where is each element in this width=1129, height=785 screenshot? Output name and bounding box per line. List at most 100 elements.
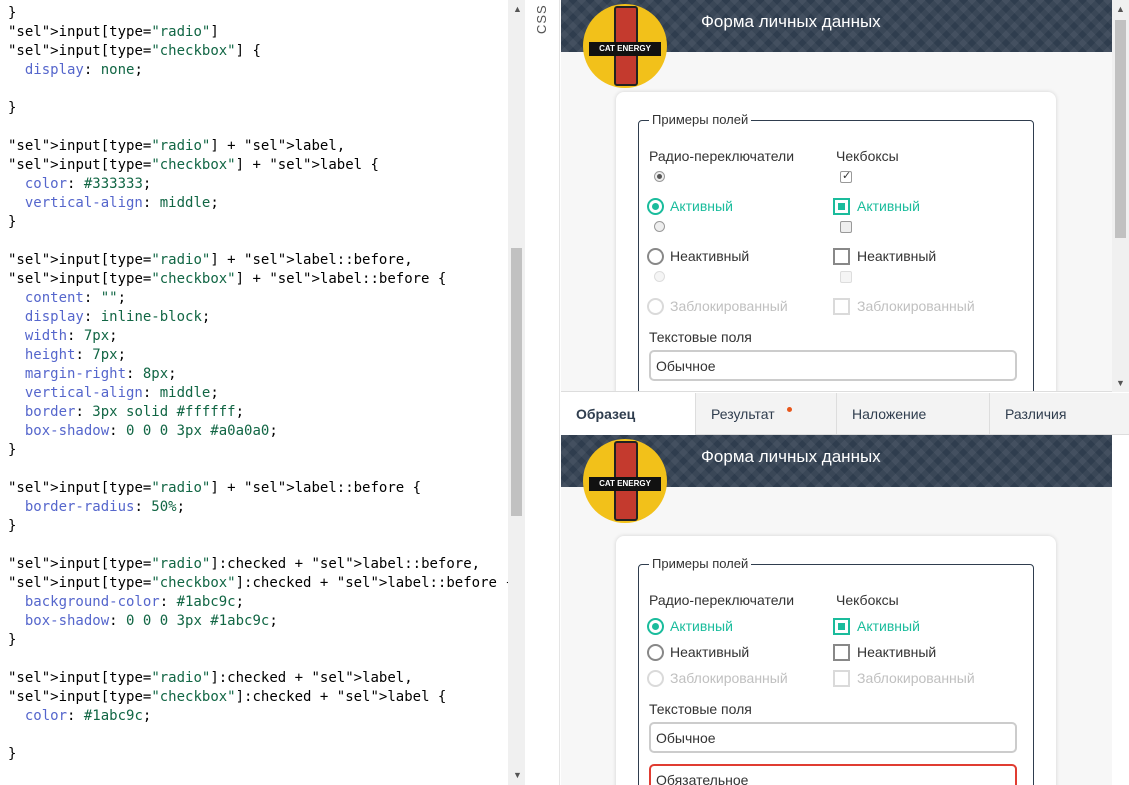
code-line[interactable]: "sel">input[type="checkbox"] + "sel">lab… — [8, 270, 514, 289]
preview-scrollbar-thumb[interactable] — [1115, 20, 1126, 238]
header-title: Форма личных данных — [701, 12, 881, 31]
native-checkbox-checked[interactable] — [840, 169, 852, 183]
code-line[interactable]: background-color: #1abc9c; — [8, 593, 514, 612]
code-line[interactable] — [8, 726, 514, 745]
code-line[interactable]: vertical-align: middle; — [8, 194, 514, 213]
css-code-editor[interactable]: } "sel">input[type="radio"] "sel">input[ty… — [0, 0, 525, 785]
css-side-label[interactable]: CSS — [534, 4, 549, 34]
code-line[interactable]: display: none; — [8, 61, 514, 80]
code-text[interactable]: } "sel">input[type="radio"] "sel">input[ty… — [8, 4, 514, 764]
radio-active-label[interactable]: Активный — [670, 198, 733, 214]
code-line[interactable]: content: ""; — [8, 289, 514, 308]
code-line[interactable]: vertical-align: middle; — [8, 384, 514, 403]
sample-form-card: Примеры полей Радио-переключатели Чекбок… — [616, 536, 1056, 785]
radio-active[interactable] — [647, 198, 664, 215]
code-line[interactable]: "sel">input[type="radio"] + "sel">label:… — [8, 251, 514, 270]
tab-sample[interactable]: Образец — [561, 393, 696, 435]
checkbox-inactive-label[interactable]: Неактивный — [857, 248, 936, 264]
code-line[interactable]: } — [8, 213, 514, 232]
sample-checkbox-disabled-label: Заблокированный — [857, 670, 975, 686]
sample-header-title: Форма личных данных — [701, 447, 881, 466]
code-line[interactable]: display: inline-block; — [8, 308, 514, 327]
code-line[interactable]: "sel">input[type="checkbox"] + "sel">lab… — [8, 156, 514, 175]
code-line[interactable]: } — [8, 441, 514, 460]
code-line[interactable]: "sel">input[type="radio"] — [8, 23, 514, 42]
code-line[interactable] — [8, 232, 514, 251]
sample-radio-inactive[interactable] — [647, 644, 664, 661]
code-line[interactable]: color: #333333; — [8, 175, 514, 194]
native-radio-unchecked[interactable] — [654, 221, 665, 232]
code-line[interactable]: "sel">input[type="radio"]:checked + "sel… — [8, 555, 514, 574]
native-radio-checked[interactable] — [654, 171, 665, 182]
checkbox-active[interactable] — [833, 198, 850, 215]
tab-overlay[interactable]: Наложение — [837, 393, 990, 435]
code-line[interactable]: } — [8, 631, 514, 650]
code-line[interactable] — [8, 118, 514, 137]
preview-scroll-up-icon[interactable]: ▲ — [1116, 4, 1125, 14]
radio-heading: Радио-переключатели — [649, 148, 795, 164]
sample-radio-inactive-label[interactable]: Неактивный — [670, 644, 749, 660]
code-line[interactable]: "sel">input[type="checkbox"] { — [8, 42, 514, 61]
sample-normal-text-field[interactable]: Обычное — [649, 722, 1017, 753]
code-line[interactable]: box-shadow: 0 0 0 3px #a0a0a0; — [8, 422, 514, 441]
checkbox-disabled — [833, 298, 850, 315]
code-line[interactable]: box-shadow: 0 0 0 3px #1abc9c; — [8, 612, 514, 631]
code-line[interactable]: } — [8, 517, 514, 536]
checkbox-active-label[interactable]: Активный — [857, 198, 920, 214]
sample-required-text-field[interactable]: Обязательное — [649, 764, 1017, 785]
panel-divider — [526, 0, 560, 785]
code-line[interactable]: } — [8, 99, 514, 118]
page-background: Примеры полей Радио-переключатели Чекбок… — [561, 52, 1112, 391]
code-line[interactable]: "sel">input[type="checkbox"]:checked + "… — [8, 688, 514, 707]
code-line[interactable]: "sel">input[type="radio"]:checked + "sel… — [8, 669, 514, 688]
code-line[interactable]: "sel">input[type="checkbox"]:checked + "… — [8, 574, 514, 593]
sample-fieldset-legend: Примеры полей — [649, 556, 752, 571]
sample-logo-ribbon: CAT ENERGY — [589, 477, 661, 491]
code-line[interactable]: margin-right: 8px; — [8, 365, 514, 384]
code-line[interactable] — [8, 650, 514, 669]
code-line[interactable]: } — [8, 745, 514, 764]
code-line[interactable] — [8, 536, 514, 555]
view-tabs: Образец Результат Наложение Различия — [561, 393, 1129, 435]
code-line[interactable]: } — [8, 4, 514, 23]
code-line[interactable] — [8, 80, 514, 99]
radio-inactive[interactable] — [647, 248, 664, 265]
fieldset-legend: Примеры полей — [649, 112, 752, 127]
code-line[interactable]: "sel">input[type="radio"] + "sel">label:… — [8, 479, 514, 498]
result-changed-dot-icon — [787, 407, 792, 412]
native-checkbox-disabled — [840, 271, 852, 283]
code-line[interactable] — [8, 460, 514, 479]
cat-energy-logo: CAT ENERGY — [583, 4, 667, 88]
preview-scroll-down-icon[interactable]: ▼ — [1116, 378, 1125, 388]
sample-checkbox-active-label[interactable]: Активный — [857, 618, 920, 634]
checkbox-disabled-label: Заблокированный — [857, 298, 975, 314]
checkbox-inactive[interactable] — [833, 248, 850, 265]
sample-radio-active-label[interactable]: Активный — [670, 618, 733, 634]
radio-inactive-label[interactable]: Неактивный — [670, 248, 749, 264]
native-checkbox-unchecked[interactable] — [840, 221, 852, 233]
code-line[interactable]: "sel">input[type="radio"] + "sel">label, — [8, 137, 514, 156]
sample-checkbox-inactive-label[interactable]: Неактивный — [857, 644, 936, 660]
sample-radio-active[interactable] — [647, 618, 664, 635]
code-line[interactable]: border: 3px solid #ffffff; — [8, 403, 514, 422]
sample-radio-disabled-label: Заблокированный — [670, 670, 788, 686]
code-line[interactable]: color: #1abc9c; — [8, 707, 514, 726]
radio-disabled-label: Заблокированный — [670, 298, 788, 314]
sample-fields-fieldset: Примеры полей Радио-переключатели Чекбок… — [638, 556, 1034, 785]
checkbox-heading: Чекбоксы — [836, 148, 899, 164]
tab-result[interactable]: Результат — [696, 393, 837, 435]
logo-ribbon: CAT ENERGY — [589, 42, 661, 56]
code-line[interactable]: height: 7px; — [8, 346, 514, 365]
sample-checkbox-active[interactable] — [833, 618, 850, 635]
sample-checkbox-heading: Чекбоксы — [836, 592, 899, 608]
tab-result-label: Результат — [711, 406, 775, 422]
code-line[interactable]: border-radius: 50%; — [8, 498, 514, 517]
native-radio-disabled — [654, 271, 665, 282]
sample-checkbox-inactive[interactable] — [833, 644, 850, 661]
editor-scrollbar-thumb[interactable] — [511, 248, 522, 516]
scroll-up-arrow-icon[interactable]: ▲ — [513, 4, 522, 14]
tab-diff[interactable]: Различия — [990, 393, 1129, 435]
scroll-down-arrow-icon[interactable]: ▼ — [513, 770, 522, 780]
code-line[interactable]: width: 7px; — [8, 327, 514, 346]
normal-text-field[interactable]: Обычное — [649, 350, 1017, 381]
